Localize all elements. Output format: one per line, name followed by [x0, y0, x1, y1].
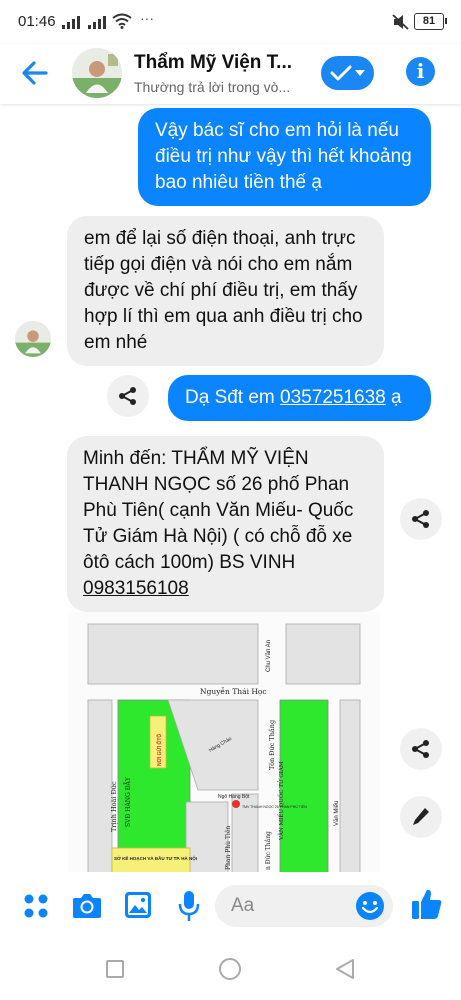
back-triangle-icon[interactable]	[334, 958, 356, 980]
message-input[interactable]: Aa	[215, 885, 393, 927]
home-button-icon[interactable]	[219, 958, 241, 980]
microphone-icon[interactable]	[178, 890, 200, 922]
more-notifications-icon: ···	[140, 10, 154, 26]
share-button[interactable]	[400, 728, 442, 770]
system-nav-bar	[0, 938, 461, 1000]
map-street-label: Ngõ Hàng Bột	[218, 794, 250, 800]
composer-bar: Aa	[0, 872, 461, 938]
map-place-label: SVĐ HÀNG ĐẪY	[123, 776, 132, 827]
share-icon	[412, 510, 429, 528]
share-button[interactable]	[107, 375, 149, 417]
cell-signal-icon-2	[88, 15, 106, 29]
cell-signal-icon	[62, 15, 80, 29]
map-block	[285, 623, 361, 685]
emoji-icon[interactable]	[355, 891, 385, 921]
contact-avatar[interactable]	[72, 48, 122, 98]
pencil-icon	[413, 808, 429, 825]
phone-link[interactable]: 0357251638	[280, 387, 386, 408]
map-image[interactable]: Nguyễn Thái Học Chu Văn An Trịnh Hoài Đứ…	[68, 612, 380, 874]
contact-status: Thường trả lời trong vò...	[134, 79, 291, 95]
wifi-icon	[112, 13, 132, 29]
map-clinic-label: TMV THANH NGỌC 26 PHAN PHÙ TIÊN	[242, 804, 307, 809]
mute-icon	[392, 14, 409, 30]
share-button[interactable]	[400, 498, 442, 540]
recents-button-icon[interactable]	[106, 960, 124, 978]
outgoing-message[interactable]: Dạ Sđt em 0357251638 ạ	[168, 375, 431, 421]
map-place-label: SỞ KẾ HOẠCH VÀ ĐẦU TƯ TP. HÀ NỘI	[114, 854, 197, 861]
thumbs-up-icon[interactable]	[411, 888, 443, 920]
map-street-label: Văn Miếu	[334, 801, 340, 826]
map-block	[185, 801, 229, 874]
map-street-label: Nguyễn Thái Học	[200, 687, 267, 696]
phone-link[interactable]: 0983156108	[83, 578, 189, 599]
map-street-label: Chu Văn An	[266, 640, 272, 672]
check-icon	[330, 65, 352, 81]
status-time: 01:46	[18, 13, 56, 30]
share-icon	[119, 387, 136, 405]
clinic-marker-icon	[232, 800, 240, 808]
map-parking-label: NƠI GỬI ÔTÔ	[155, 734, 163, 766]
verify-dropdown-button[interactable]	[321, 56, 374, 90]
sender-avatar[interactable]	[15, 321, 51, 357]
outgoing-message[interactable]: Vậy bác sĩ cho em hỏi là nếu điều trị nh…	[138, 108, 431, 206]
message-text: Minh đến: THẨM MỸ VIỆN THANH NGỌC số 26 …	[83, 448, 354, 573]
map-temple-area	[279, 699, 329, 874]
battery-icon: 81	[414, 13, 447, 30]
map-street-label: Tôn Đức Thắng	[267, 720, 276, 770]
apps-grid-icon[interactable]	[23, 893, 49, 919]
camera-icon[interactable]	[72, 892, 102, 919]
map-block	[87, 623, 259, 685]
map-office-area	[111, 847, 191, 874]
info-icon[interactable]: i	[406, 57, 435, 86]
map-street-label: n Đức Thắng	[265, 831, 272, 870]
gallery-icon[interactable]	[124, 891, 152, 919]
edit-button[interactable]	[400, 796, 442, 838]
chat-header: Thẩm Mỹ Viện T... Thường trả lời trong v…	[0, 44, 461, 104]
back-arrow-icon[interactable]	[20, 58, 50, 88]
status-bar: 01:46 ··· 81	[0, 0, 461, 44]
message-text: em để lại số điện thoại, anh trực tiếp g…	[84, 228, 363, 353]
map-street-label: Phan Phù Tiên	[225, 826, 232, 870]
contact-name[interactable]: Thẩm Mỹ Viện T...	[134, 52, 292, 74]
map-street-label: Trịnh Hoài Đức	[109, 781, 118, 832]
message-input-placeholder: Aa	[231, 895, 255, 916]
share-icon	[412, 740, 429, 758]
map-block	[339, 699, 361, 874]
message-text: Vậy bác sĩ cho em hỏi là nếu điều trị nh…	[155, 120, 412, 193]
message-text: Dạ Sđt em	[185, 387, 281, 408]
chevron-down-icon	[355, 70, 365, 76]
map-place-label: VĂN MIẾU QUỐC TỬ GIÁM	[277, 761, 285, 841]
incoming-message[interactable]: Minh đến: THẨM MỸ VIỆN THANH NGỌC số 26 …	[67, 436, 384, 612]
incoming-message[interactable]: em để lại số điện thoại, anh trực tiếp g…	[67, 216, 384, 366]
map-block	[87, 699, 113, 874]
message-text-suffix: ạ	[385, 387, 402, 408]
